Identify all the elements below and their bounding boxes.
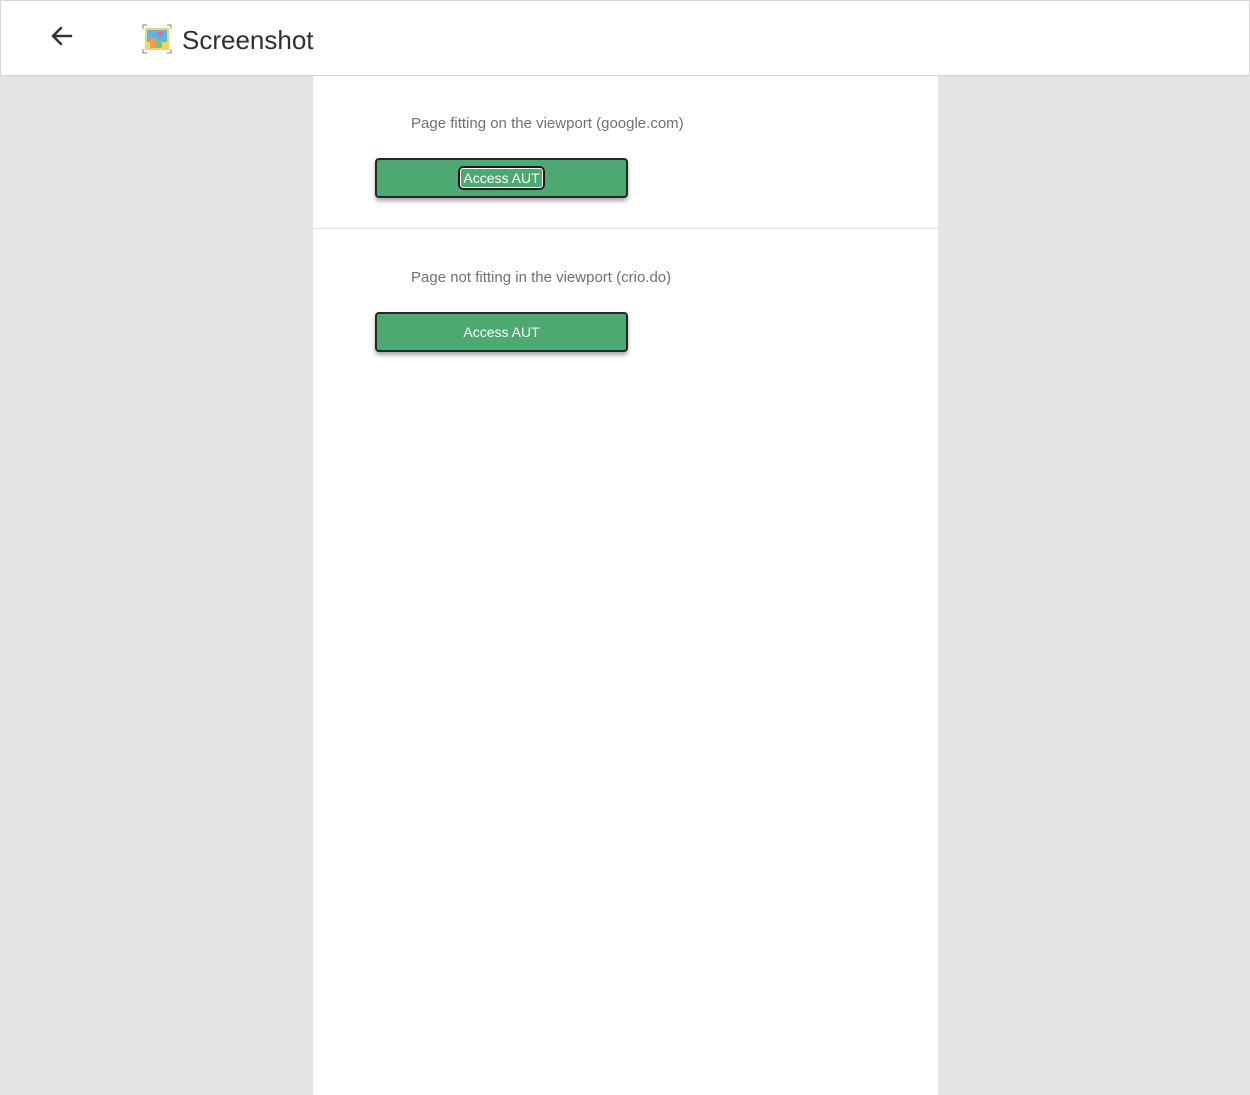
arrow-left-icon bbox=[51, 26, 73, 46]
app-header: Screenshot bbox=[0, 0, 1250, 76]
section-google: Page fitting on the viewport (google.com… bbox=[313, 76, 938, 229]
main-content: Page fitting on the viewport (google.com… bbox=[313, 76, 938, 1095]
section-label: Page fitting on the viewport (google.com… bbox=[411, 115, 684, 132]
button-label: Access AUT bbox=[463, 324, 540, 340]
app-title: Screenshot bbox=[182, 25, 314, 55]
access-aut-button-crio[interactable]: Access AUT bbox=[375, 312, 628, 352]
section-label: Page not fitting in the viewport (crio.d… bbox=[411, 269, 672, 286]
screenshot-app-icon bbox=[142, 24, 172, 54]
button-label: Access AUT bbox=[458, 166, 545, 190]
section-crio: Page not fitting in the viewport (crio.d… bbox=[313, 229, 938, 529]
back-button[interactable] bbox=[45, 19, 79, 53]
access-aut-button-google[interactable]: Access AUT bbox=[375, 158, 628, 198]
